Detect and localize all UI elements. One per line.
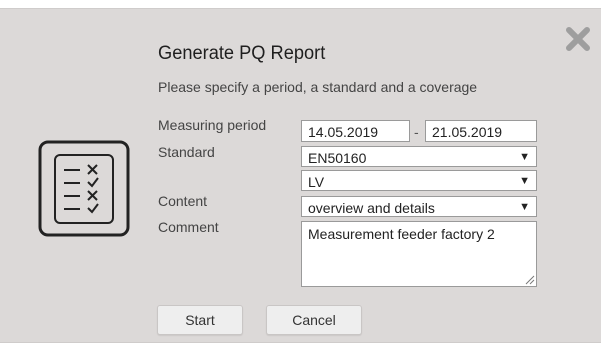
period-separator: - — [414, 124, 419, 140]
content-select-value: overview and details — [308, 200, 435, 216]
start-button[interactable]: Start — [157, 305, 243, 335]
checklist-document-icon — [38, 140, 130, 237]
comment-text: Measurement feeder factory 2 — [308, 226, 495, 242]
standard-select[interactable]: EN50160 ▼ — [301, 146, 537, 167]
voltage-level-select[interactable]: LV ▼ — [301, 170, 537, 191]
dialog-subtitle: Please specify a period, a standard and … — [158, 79, 478, 95]
standard-label: Standard — [158, 144, 215, 160]
report-dialog: Generate PQ Report Please specify a peri… — [0, 8, 601, 343]
dropdown-arrow-icon: ▼ — [519, 175, 530, 187]
content-select[interactable]: overview and details ▼ — [301, 196, 537, 217]
comment-textarea[interactable]: Measurement feeder factory 2 — [301, 221, 537, 287]
dropdown-arrow-icon: ▼ — [519, 201, 530, 213]
dialog-title: Generate PQ Report — [158, 43, 326, 64]
voltage-level-value: LV — [308, 174, 325, 190]
period-from-input[interactable]: 14.05.2019 — [301, 120, 410, 142]
resize-grip-icon[interactable] — [525, 275, 535, 285]
comment-label: Comment — [158, 219, 219, 235]
dropdown-arrow-icon: ▼ — [519, 151, 530, 163]
period-to-input[interactable]: 21.05.2019 — [425, 120, 537, 142]
content-label: Content — [158, 193, 208, 209]
cancel-button[interactable]: Cancel — [266, 305, 362, 335]
close-icon[interactable] — [564, 25, 592, 53]
measuring-period-label: Measuring period — [158, 117, 267, 133]
standard-select-value: EN50160 — [308, 150, 367, 166]
